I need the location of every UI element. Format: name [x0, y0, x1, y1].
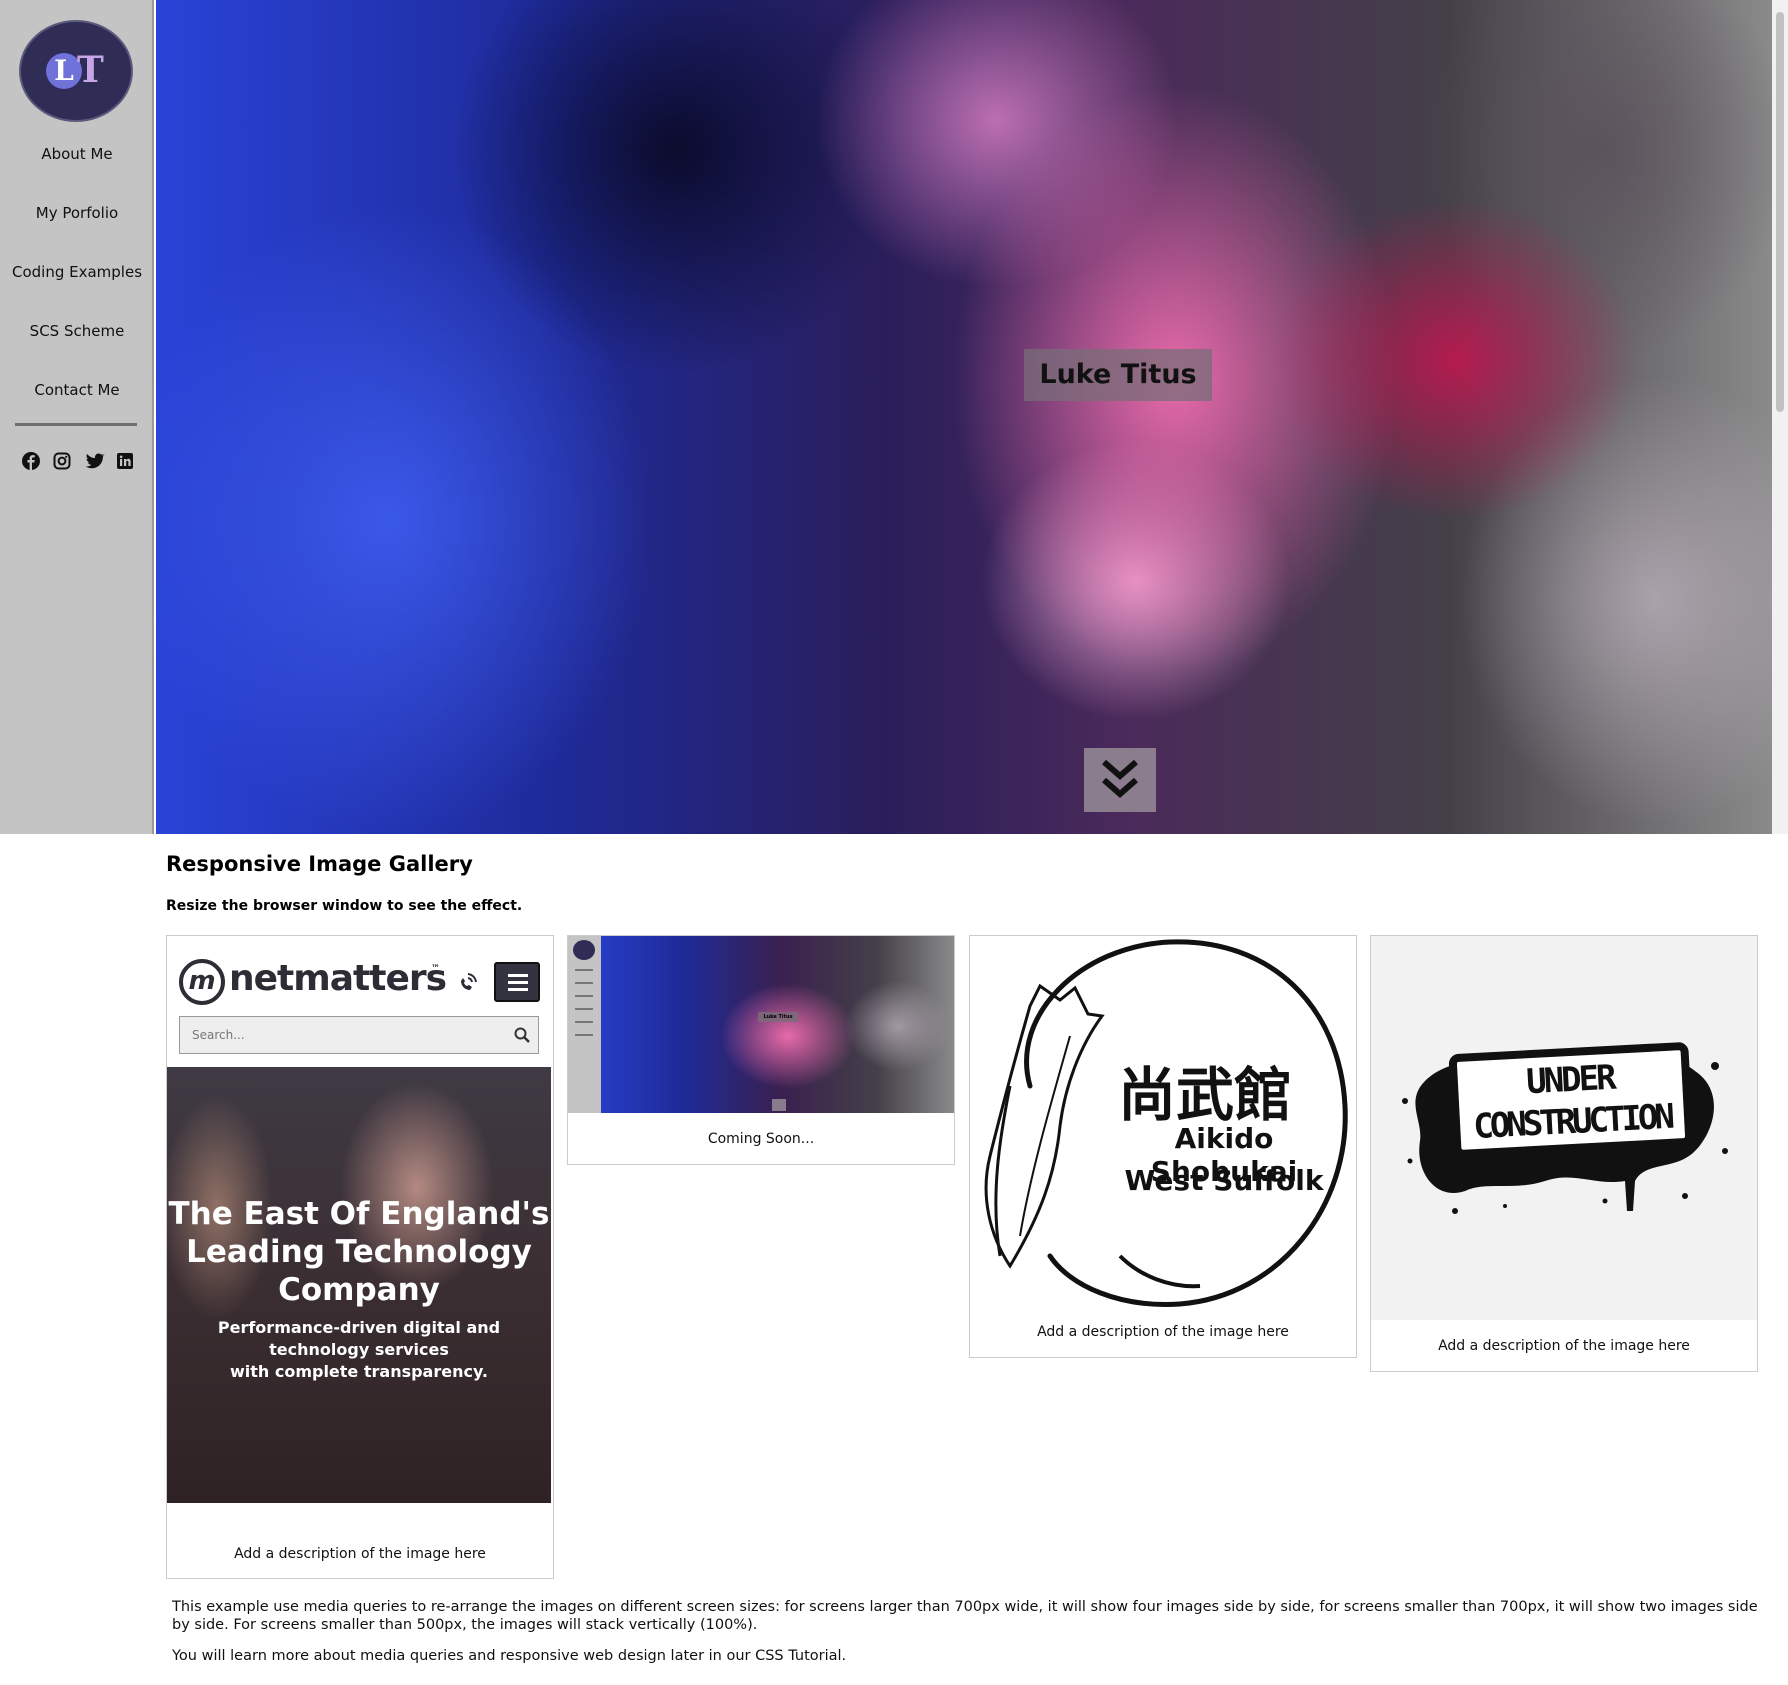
netmatters-brand: netmatters: [229, 958, 447, 999]
linkedin-icon[interactable]: [116, 452, 134, 470]
tagline-line: technology services: [269, 1340, 449, 1359]
sidebar-item-about-me[interactable]: About Me: [0, 145, 154, 163]
logo-letter-t: T: [77, 49, 104, 91]
netmatters-logo-icon: m: [179, 959, 225, 1005]
under-construction-image: UNDER CONSTRUCTION: [1371, 936, 1757, 1320]
tutorial-note: You will learn more about media queries …: [172, 1648, 847, 1664]
tagline-line: Performance-driven digital and: [217, 1318, 501, 1337]
netmatters-search-field: Search...: [179, 1016, 539, 1054]
mini-scroll-button: [772, 1099, 786, 1111]
mini-logo: [573, 940, 595, 960]
sidebar-item-scs-scheme[interactable]: SCS Scheme: [0, 322, 154, 340]
aikido-line-2: West Suffolk: [1124, 1164, 1324, 1197]
twitter-icon[interactable]: [85, 452, 105, 470]
aikido-logo-image: 尚武館 Aikido Shobukai West Suffolk: [970, 936, 1356, 1316]
image-description: Add a description of the image here: [234, 1546, 486, 1562]
mini-hero-title: Luke Titus: [758, 1012, 798, 1022]
sidebar: L T About Me My Porfolio Coding Examples…: [0, 0, 154, 834]
image-description: Add a description of the image here: [1438, 1338, 1690, 1354]
hamburger-menu-icon: [494, 962, 540, 1002]
vertical-scrollbar[interactable]: [1772, 0, 1788, 834]
social-links: [22, 452, 134, 470]
gallery-card-aikido[interactable]: 尚武館 Aikido Shobukai West Suffolk Add a d…: [969, 935, 1357, 1358]
gallery-card-netmatters[interactable]: m netmatters ™ Search... The East Of Eng…: [166, 935, 554, 1579]
netmatters-tagline: Performance-driven digital and technolog…: [167, 1317, 551, 1383]
phone-icon: [461, 973, 477, 990]
netmatters-hero-image: The East Of England's Leading Technology…: [167, 1067, 551, 1503]
gallery-title: Responsive Image Gallery: [166, 852, 473, 876]
gallery-card-coming-soon[interactable]: Luke Titus Coming Soon...: [567, 935, 955, 1165]
sidebar-item-portfolio[interactable]: My Porfolio: [0, 204, 154, 222]
double-chevron-down-icon: [1102, 759, 1138, 798]
hero-banner: Luke Titus: [156, 0, 1772, 834]
scrollbar-thumb[interactable]: [1776, 12, 1784, 412]
scroll-down-button[interactable]: [1084, 748, 1156, 812]
mini-sidebar: [568, 936, 601, 1113]
portfolio-screenshot: Luke Titus: [568, 936, 954, 1113]
image-description: Add a description of the image here: [1037, 1324, 1289, 1340]
netmatters-headline: The East Of England's Leading Technology…: [168, 1196, 550, 1308]
aikido-kanji: 尚武館: [1118, 1061, 1293, 1129]
tagline-line: with complete transparency.: [229, 1362, 489, 1381]
netmatters-header: m netmatters ™ Search...: [167, 936, 551, 1067]
sidebar-item-coding-examples[interactable]: Coding Examples: [0, 263, 154, 281]
gallery-card-under-construction[interactable]: UNDER CONSTRUCTION Add a description of …: [1370, 935, 1758, 1372]
site-logo[interactable]: L T: [19, 20, 133, 122]
facebook-icon[interactable]: [22, 452, 40, 470]
gallery-subtitle: Resize the browser window to see the eff…: [166, 898, 523, 914]
trademark-mark: ™: [431, 964, 440, 974]
search-placeholder: Search...: [192, 1028, 245, 1042]
under-construction-sign: UNDER CONSTRUCTION: [1448, 1041, 1694, 1159]
media-query-explanation: This example use media queries to re-arr…: [172, 1599, 1758, 1633]
sidebar-divider: [15, 423, 137, 426]
search-icon: [514, 1027, 530, 1043]
instagram-icon[interactable]: [53, 452, 71, 470]
hero-title: Luke Titus: [1024, 349, 1212, 401]
sidebar-item-contact-me[interactable]: Contact Me: [0, 381, 154, 399]
image-description: Coming Soon...: [707, 1131, 815, 1147]
